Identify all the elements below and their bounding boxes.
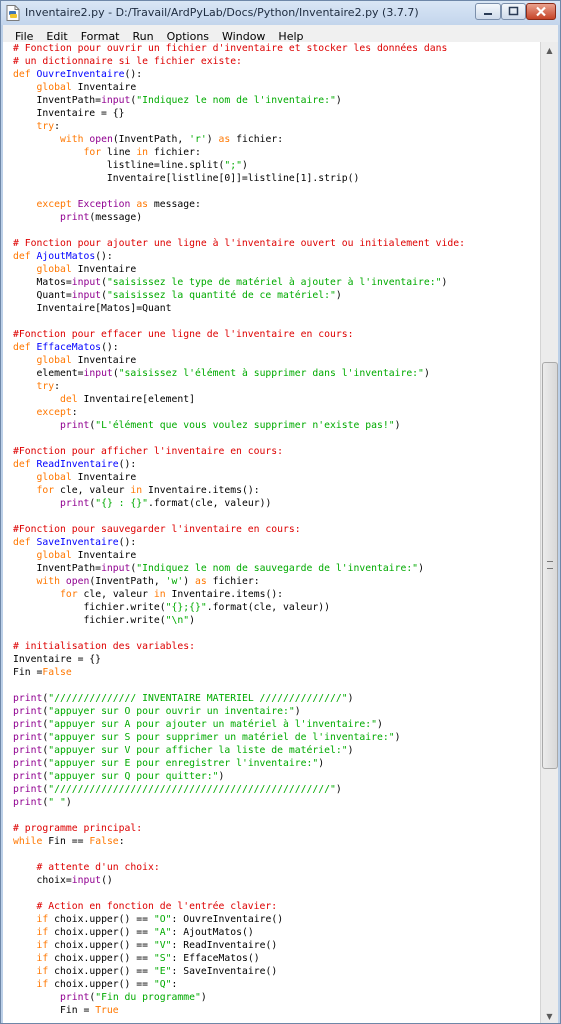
code-line[interactable]: element=input("saisissez l'élément à sup… — [13, 367, 540, 380]
code-line[interactable]: for cle, valeur in Inventaire.items(): — [13, 484, 540, 497]
code-line[interactable]: global Inventaire — [13, 354, 540, 367]
code-line[interactable] — [13, 185, 540, 198]
code-line[interactable]: def EffaceMatos(): — [13, 341, 540, 354]
code-line[interactable]: if choix.upper() == "S": EffaceMatos() — [13, 952, 540, 965]
code-line[interactable] — [13, 432, 540, 445]
code-line[interactable]: Matos=input("saisissez le type de matéri… — [13, 276, 540, 289]
code-line[interactable] — [13, 224, 540, 237]
code-line[interactable]: # initialisation des variables: — [13, 640, 540, 653]
code-line[interactable]: except Exception as message: — [13, 198, 540, 211]
code-text[interactable]: # Fonction pour ouvrir un fichier d'inve… — [3, 42, 540, 1017]
code-line[interactable]: print("L'élément que vous voulez supprim… — [13, 419, 540, 432]
code-line[interactable] — [13, 315, 540, 328]
code-line[interactable]: print("appuyer sur E pour enregistrer l'… — [13, 757, 540, 770]
close-icon — [536, 6, 546, 17]
code-line[interactable]: def SaveInventaire(): — [13, 536, 540, 549]
code-line[interactable]: try: — [13, 120, 540, 133]
code-line[interactable]: print("appuyer sur S pour supprimer un m… — [13, 731, 540, 744]
code-line[interactable]: # un dictionnaire si le fichier existe: — [13, 55, 540, 68]
code-line[interactable]: Fin =False — [13, 666, 540, 679]
code-line[interactable]: except: — [13, 406, 540, 419]
code-line[interactable] — [13, 887, 540, 900]
code-line[interactable]: del Inventaire[element] — [13, 393, 540, 406]
code-line[interactable]: print("appuyer sur A pour ajouter un mat… — [13, 718, 540, 731]
code-line[interactable]: if choix.upper() == "E": SaveInventaire(… — [13, 965, 540, 978]
code-line[interactable]: for line in fichier: — [13, 146, 540, 159]
code-line[interactable]: print("////////////// INVENTAIRE MATERIE… — [13, 692, 540, 705]
code-line[interactable]: def ReadInventaire(): — [13, 458, 540, 471]
code-line[interactable]: while Fin == False: — [13, 835, 540, 848]
menu-bar: File Edit Format Run Options Window Help — [3, 25, 558, 43]
code-line[interactable]: with open(InventPath, 'w') as fichier: — [13, 575, 540, 588]
close-button[interactable] — [526, 3, 556, 20]
code-line[interactable]: print(message) — [13, 211, 540, 224]
code-line[interactable]: Inventaire = {} — [13, 107, 540, 120]
code-line[interactable]: Quant=input("saisissez la quantité de ce… — [13, 289, 540, 302]
code-line[interactable]: Inventaire[Matos]=Quant — [13, 302, 540, 315]
code-line[interactable]: # programme principal: — [13, 822, 540, 835]
code-line[interactable]: Fin = True — [13, 1004, 540, 1017]
code-line[interactable] — [13, 510, 540, 523]
scrollbar-thumb[interactable] — [542, 362, 558, 769]
code-line[interactable]: listline=line.split(";") — [13, 159, 540, 172]
code-line[interactable]: # attente d'un choix: — [13, 861, 540, 874]
code-line[interactable]: #Fonction pour sauvegarder l'inventaire … — [13, 523, 540, 536]
code-line[interactable]: print("appuyer sur Q pour quitter:") — [13, 770, 540, 783]
code-line[interactable] — [13, 848, 540, 861]
code-line[interactable]: if choix.upper() == "O": OuvreInventaire… — [13, 913, 540, 926]
code-line[interactable]: Inventaire = {} — [13, 653, 540, 666]
scroll-down-arrow-icon[interactable]: ▼ — [541, 1008, 558, 1023]
code-line[interactable]: def AjoutMatos(): — [13, 250, 540, 263]
code-line[interactable]: print("/////////////////////////////////… — [13, 783, 540, 796]
code-line[interactable]: # Fonction pour ouvrir un fichier d'inve… — [13, 42, 540, 55]
minimize-icon — [484, 13, 492, 15]
code-line[interactable]: if choix.upper() == "V": ReadInventaire(… — [13, 939, 540, 952]
code-line[interactable]: if choix.upper() == "A": AjoutMatos() — [13, 926, 540, 939]
minimize-button[interactable] — [475, 3, 501, 20]
code-line[interactable]: global Inventaire — [13, 549, 540, 562]
idle-file-icon — [6, 5, 20, 21]
idle-editor-window: Inventaire2.py - D:/Travail/ArdPyLab/Doc… — [0, 0, 561, 1024]
scroll-grip-icon — [547, 561, 553, 569]
code-line[interactable]: fichier.write("\n") — [13, 614, 540, 627]
code-line[interactable]: #Fonction pour effacer une ligne de l'in… — [13, 328, 540, 341]
code-line[interactable] — [13, 627, 540, 640]
code-line[interactable]: for cle, valeur in Inventaire.items(): — [13, 588, 540, 601]
code-line[interactable]: print("appuyer sur V pour afficher la li… — [13, 744, 540, 757]
code-line[interactable]: global Inventaire — [13, 471, 540, 484]
code-line[interactable] — [13, 679, 540, 692]
code-line[interactable]: choix=input() — [13, 874, 540, 887]
code-line[interactable]: Inventaire[listline[0]]=listline[1].stri… — [13, 172, 540, 185]
code-line[interactable]: global Inventaire — [13, 81, 540, 94]
code-line[interactable]: def OuvreInventaire(): — [13, 68, 540, 81]
code-line[interactable]: InventPath=input("Indiquez le nom de sau… — [13, 562, 540, 575]
code-line[interactable]: with open(InventPath, 'r') as fichier: — [13, 133, 540, 146]
code-line[interactable]: #Fonction pour afficher l'inventaire en … — [13, 445, 540, 458]
code-line[interactable]: print("appuyer sur O pour ouvrir un inve… — [13, 705, 540, 718]
code-line[interactable]: # Fonction pour ajouter une ligne à l'in… — [13, 237, 540, 250]
code-line[interactable]: try: — [13, 380, 540, 393]
code-line[interactable]: print("Fin du programme") — [13, 991, 540, 1004]
window-title: Inventaire2.py - D:/Travail/ArdPyLab/Doc… — [25, 6, 419, 19]
title-bar[interactable]: Inventaire2.py - D:/Travail/ArdPyLab/Doc… — [1, 1, 560, 25]
code-editor[interactable]: # Fonction pour ouvrir un fichier d'inve… — [3, 42, 540, 1023]
code-line[interactable]: if choix.upper() == "Q": — [13, 978, 540, 991]
code-line[interactable]: fichier.write("{};{}".format(cle, valeur… — [13, 601, 540, 614]
code-line[interactable] — [13, 809, 540, 822]
code-line[interactable]: # Action en fonction de l'entrée clavier… — [13, 900, 540, 913]
maximize-icon — [508, 6, 519, 16]
scroll-up-arrow-icon[interactable]: ▲ — [541, 42, 558, 59]
code-line[interactable]: InventPath=input("Indiquez le nom de l'i… — [13, 94, 540, 107]
vertical-scrollbar[interactable]: ▲ ▼ — [540, 42, 558, 1023]
maximize-button[interactable] — [501, 3, 526, 20]
code-line[interactable]: global Inventaire — [13, 263, 540, 276]
code-line[interactable]: print("{} : {}".format(cle, valeur)) — [13, 497, 540, 510]
code-line[interactable]: print(" ") — [13, 796, 540, 809]
